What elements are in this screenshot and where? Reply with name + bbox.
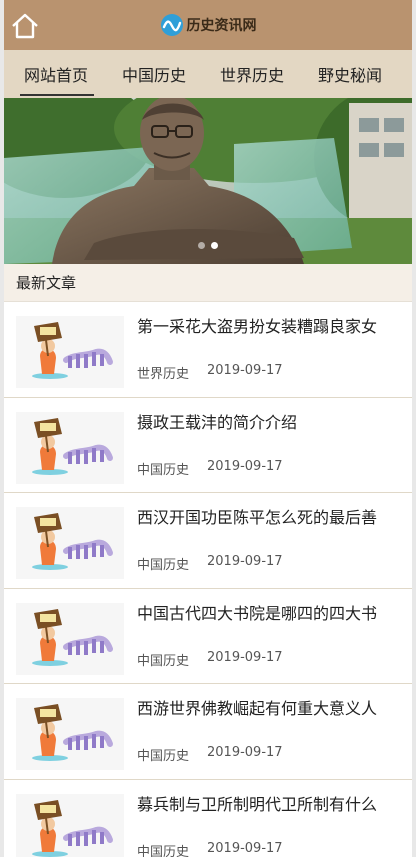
article-list: 第一采花大盗男扮女装糟蹋良家女 世界历史 2019-09-17 摄政王载沣的简介介绍…: [4, 302, 412, 857]
home-button[interactable]: [10, 11, 40, 41]
nav-tab-3[interactable]: 世界历史: [212, 50, 292, 98]
page: 历史资讯网 网站首页 中国历史 世界历史 野史秘闻 最新文章 第一采花大盗男扮女…: [0, 0, 416, 857]
article-category[interactable]: 中国历史: [137, 459, 189, 478]
carousel-dot[interactable]: [198, 242, 205, 249]
article-item[interactable]: 中国古代四大书院是哪四的四大书 中国历史 2019-09-17: [4, 589, 412, 684]
article-date: 2019-09-17: [207, 745, 283, 760]
article-date: 2019-09-17: [207, 363, 283, 378]
article-info: 中国历史 2019-09-17: [137, 650, 404, 669]
article-date: 2019-09-17: [207, 458, 283, 474]
banner-carousel[interactable]: [4, 98, 412, 264]
article-title[interactable]: 摄政王载沣的简介介绍: [137, 412, 404, 433]
article-info: 中国历史 2019-09-17: [137, 745, 404, 764]
article-meta: 募兵制与卫所制明代卫所制有什么中国历史 2019-09-17: [137, 794, 404, 857]
article-info: 中国历史 2019-09-17: [137, 554, 404, 573]
article-date: 2019-09-17: [207, 840, 283, 856]
article-title[interactable]: 募兵制与卫所制明代卫所制有什么: [137, 794, 404, 815]
article-meta: 摄政王载沣的简介介绍 中国历史 2019-09-17: [137, 412, 404, 478]
article-category[interactable]: 中国历史: [137, 841, 189, 857]
site-name: 历史资讯网: [186, 18, 257, 34]
nav-tab-1[interactable]: 网站首页: [16, 50, 96, 98]
article-thumbnail[interactable]: [16, 602, 124, 675]
article-title[interactable]: 第一采花大盗男扮女装糟蹋良家女: [137, 316, 404, 337]
article-thumbnail[interactable]: [16, 411, 124, 484]
carousel-dots: [4, 242, 412, 249]
article-date: 2019-09-17: [207, 649, 283, 665]
top-bar: 历史资讯网: [4, 0, 412, 50]
article-thumbnail[interactable]: [16, 698, 124, 770]
article-item[interactable]: 募兵制与卫所制明代卫所制有什么中国历史 2019-09-17: [4, 780, 412, 857]
article-item[interactable]: 西游世界佛教崛起有何重大意义人 中国历史 2019-09-17: [4, 684, 412, 780]
article-thumbnail[interactable]: [16, 793, 124, 857]
main-nav: 网站首页 中国历史 世界历史 野史秘闻: [4, 50, 412, 98]
article-info: 世界历史 2019-09-17: [137, 363, 404, 382]
article-item[interactable]: 摄政王载沣的简介介绍 中国历史 2019-09-17: [4, 398, 412, 493]
article-thumbnail[interactable]: [16, 507, 124, 579]
article-item[interactable]: 西汉开国功臣陈平怎么死的最后善 中国历史 2019-09-17: [4, 493, 412, 589]
article-item[interactable]: 第一采花大盗男扮女装糟蹋良家女 世界历史 2019-09-17: [4, 302, 412, 398]
nav-tab-4[interactable]: 野史秘闻: [310, 50, 390, 98]
article-info: 中国历史 2019-09-17: [137, 841, 404, 857]
home-icon: [12, 13, 38, 39]
article-category[interactable]: 世界历史: [137, 363, 189, 382]
nav-tab-2[interactable]: 中国历史: [114, 50, 194, 98]
article-meta: 西游世界佛教崛起有何重大意义人 中国历史 2019-09-17: [137, 698, 404, 764]
section-heading: 最新文章: [4, 264, 412, 302]
article-thumbnail[interactable]: [16, 316, 124, 388]
banner-image: [4, 98, 412, 264]
article-title[interactable]: 中国古代四大书院是哪四的四大书: [137, 603, 404, 624]
article-meta: 西汉开国功臣陈平怎么死的最后善 中国历史 2019-09-17: [137, 507, 404, 573]
logo-icon: [160, 14, 183, 36]
article-info: 中国历史 2019-09-17: [137, 459, 404, 478]
article-category[interactable]: 中国历史: [137, 650, 189, 669]
article-category[interactable]: 中国历史: [137, 745, 189, 764]
article-category[interactable]: 中国历史: [137, 554, 189, 573]
article-title[interactable]: 西游世界佛教崛起有何重大意义人: [137, 698, 404, 719]
site-logo[interactable]: 历史资讯网: [160, 13, 257, 37]
carousel-dot[interactable]: [211, 242, 218, 249]
article-title[interactable]: 西汉开国功臣陈平怎么死的最后善: [137, 507, 404, 528]
article-meta: 中国古代四大书院是哪四的四大书 中国历史 2019-09-17: [137, 603, 404, 669]
article-meta: 第一采花大盗男扮女装糟蹋良家女 世界历史 2019-09-17: [137, 316, 404, 382]
article-date: 2019-09-17: [207, 554, 283, 569]
